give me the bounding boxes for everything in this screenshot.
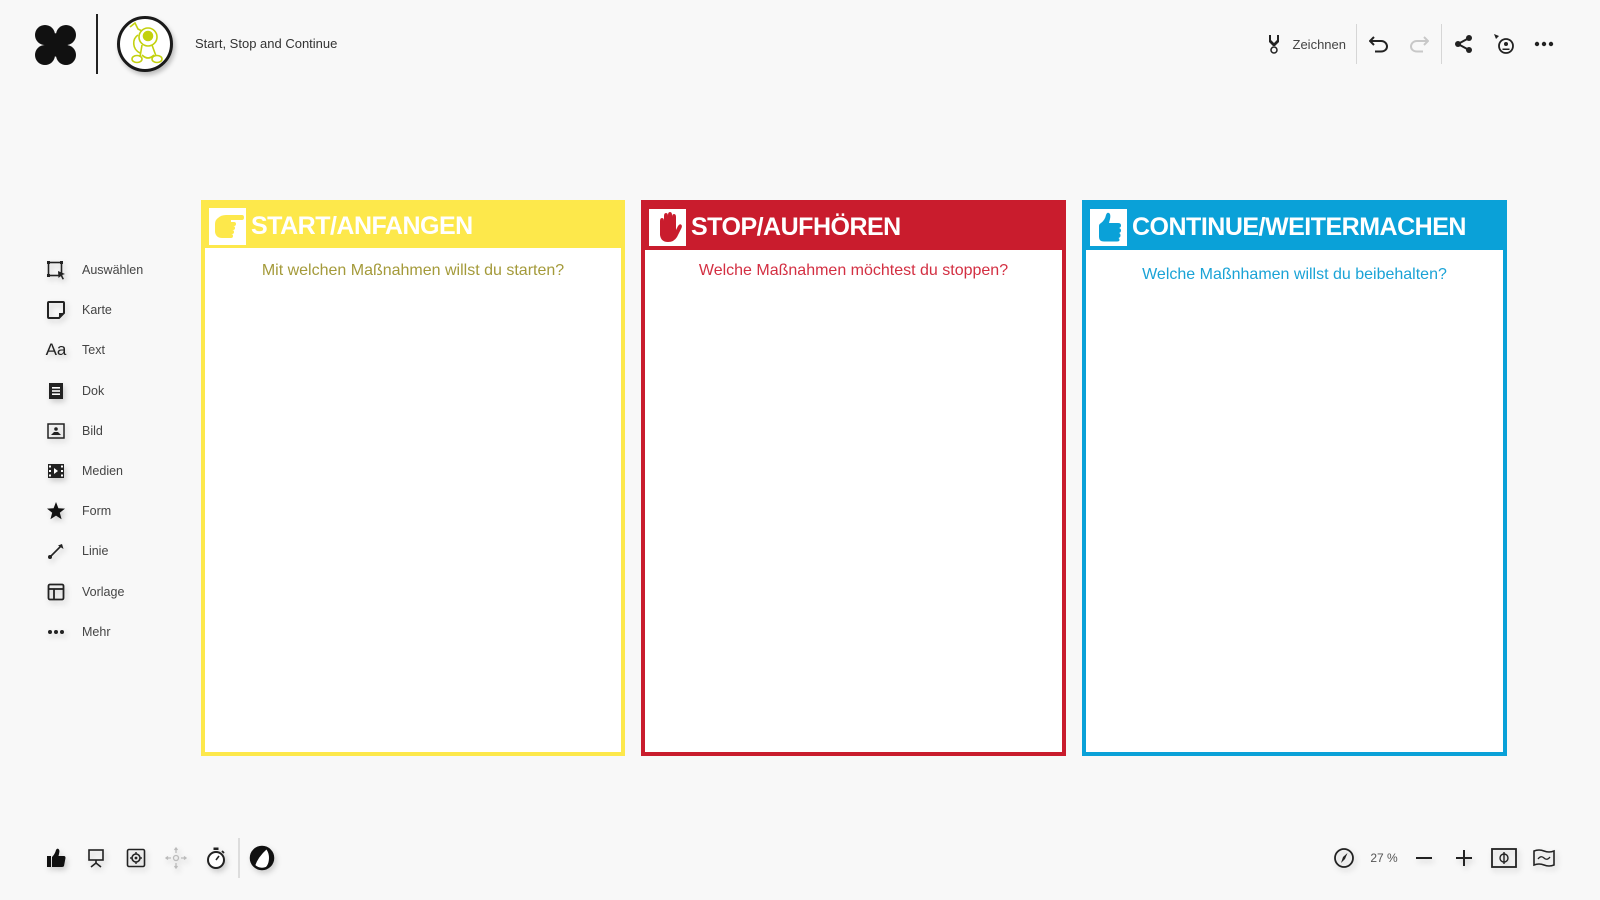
column-question: Welche Maßnahmen möchtest du stoppen? [698,262,1009,279]
minus-icon [1416,857,1432,859]
tools-sidebar: Auswählen Karte Aa Text Dok Bild Medien … [44,250,143,652]
presentation-icon [88,849,104,868]
tool-more[interactable]: Mehr [44,612,143,652]
plus-icon [1456,850,1472,866]
zoom-out-button[interactable] [1404,838,1444,878]
fit-to-screen-button[interactable] [1484,838,1524,878]
column-header: CONTINUE/WEITERMACHEN [1086,204,1503,250]
more-icon [44,620,68,644]
column-title: START/ANFANGEN [251,211,473,240]
star-icon [44,499,68,523]
tool-label: Dok [82,383,105,398]
zoom-controls: 27 % [1324,838,1564,878]
undo-button[interactable] [1359,24,1399,64]
focus-button[interactable] [116,838,156,878]
tool-label: Linie [82,544,109,559]
zoom-level[interactable]: 27 % [1364,851,1404,865]
tool-media[interactable]: Medien [44,451,143,491]
column-question: Welche Maßnhamen willst du beibehalten? [1142,266,1447,283]
line-icon [44,539,68,563]
vote-button[interactable] [36,838,76,878]
tool-label: Form [82,504,112,519]
timer-button[interactable] [196,838,236,878]
template-icon [44,580,68,604]
fit-to-screen-icon [1491,848,1517,868]
presentation-button[interactable] [76,838,116,878]
tool-image[interactable]: Bild [44,411,143,451]
focus-icon [126,848,146,868]
presenter-pointer-icon [1494,34,1514,54]
column-start[interactable]: START/ANFANGEN Mit welchen Maßnahmen wil… [201,200,625,756]
navigator-button[interactable] [1324,838,1364,878]
redo-icon [1409,36,1429,53]
header-divider [96,14,98,74]
column-stop[interactable]: STOP/AUFHÖREN Welche Maßnahmen möchtest … [641,200,1066,756]
redo-button[interactable] [1399,24,1439,64]
select-icon [44,258,68,282]
draw-label: Zeichnen [1292,36,1346,52]
contrast-icon [249,845,275,871]
separator [1356,24,1357,64]
bottom-toolbar [36,838,282,878]
follow-presenter-button[interactable] [1484,24,1524,64]
document-icon [44,379,68,403]
minimap-icon [1533,849,1555,867]
thumbs-up-icon [1090,208,1127,246]
share-button[interactable] [1444,24,1484,64]
text-icon: Aa [45,340,67,360]
theme-toggle-button[interactable] [242,838,282,878]
column-header: START/ANFANGEN [205,204,621,248]
compass-icon [1334,848,1354,868]
board-avatar[interactable] [117,16,173,72]
thumbs-up-icon [47,848,66,867]
column-header: STOP/AUFHÖREN [645,204,1062,250]
tool-document[interactable]: Dok [44,371,143,411]
column-continue[interactable]: CONTINUE/WEITERMACHEN Welche Maßnhamen w… [1082,200,1507,756]
media-icon [44,459,68,483]
tool-label: Bild [82,423,103,438]
tool-line[interactable]: Linie [44,531,143,571]
tool-label: Auswählen [82,263,144,278]
tool-label: Karte [82,303,112,318]
tool-label: Text [82,343,105,358]
zoom-in-button[interactable] [1444,838,1484,878]
column-title: STOP/AUFHÖREN [691,212,901,241]
pointing-hand-icon [209,207,246,245]
stopwatch-icon [207,847,225,869]
pen-icon [1268,35,1279,54]
undo-icon [1369,36,1389,53]
tool-select[interactable]: Auswählen [44,250,143,290]
robot-mascot-icon [129,21,163,64]
header-actions: Zeichnen [1261,24,1564,64]
separator [1441,24,1442,64]
share-icon [1455,35,1472,53]
tool-label: Vorlage [82,584,125,599]
tool-template[interactable]: Vorlage [44,572,143,612]
column-title: CONTINUE/WEITERMACHEN [1132,212,1466,241]
image-icon [44,419,68,443]
stop-hand-icon [649,208,686,246]
tool-shape[interactable]: Form [44,491,143,531]
tool-label: Mehr [82,624,111,639]
board-title[interactable]: Start, Stop and Continue [195,36,337,51]
attention-button[interactable] [156,838,196,878]
column-question: Mit welchen Maßnahmen willst du starten? [261,262,565,279]
more-options-button[interactable] [1524,24,1564,64]
card-icon [44,298,68,322]
minimap-button[interactable] [1524,838,1564,878]
draw-button[interactable]: Zeichnen [1261,24,1354,64]
tool-card[interactable]: Karte [44,290,143,330]
tool-text[interactable]: Aa Text [44,330,143,370]
separator [238,838,240,878]
app-logo[interactable] [35,25,77,65]
attention-icon [164,846,188,870]
tool-label: Medien [82,464,123,479]
more-horizontal-icon [1534,41,1554,47]
